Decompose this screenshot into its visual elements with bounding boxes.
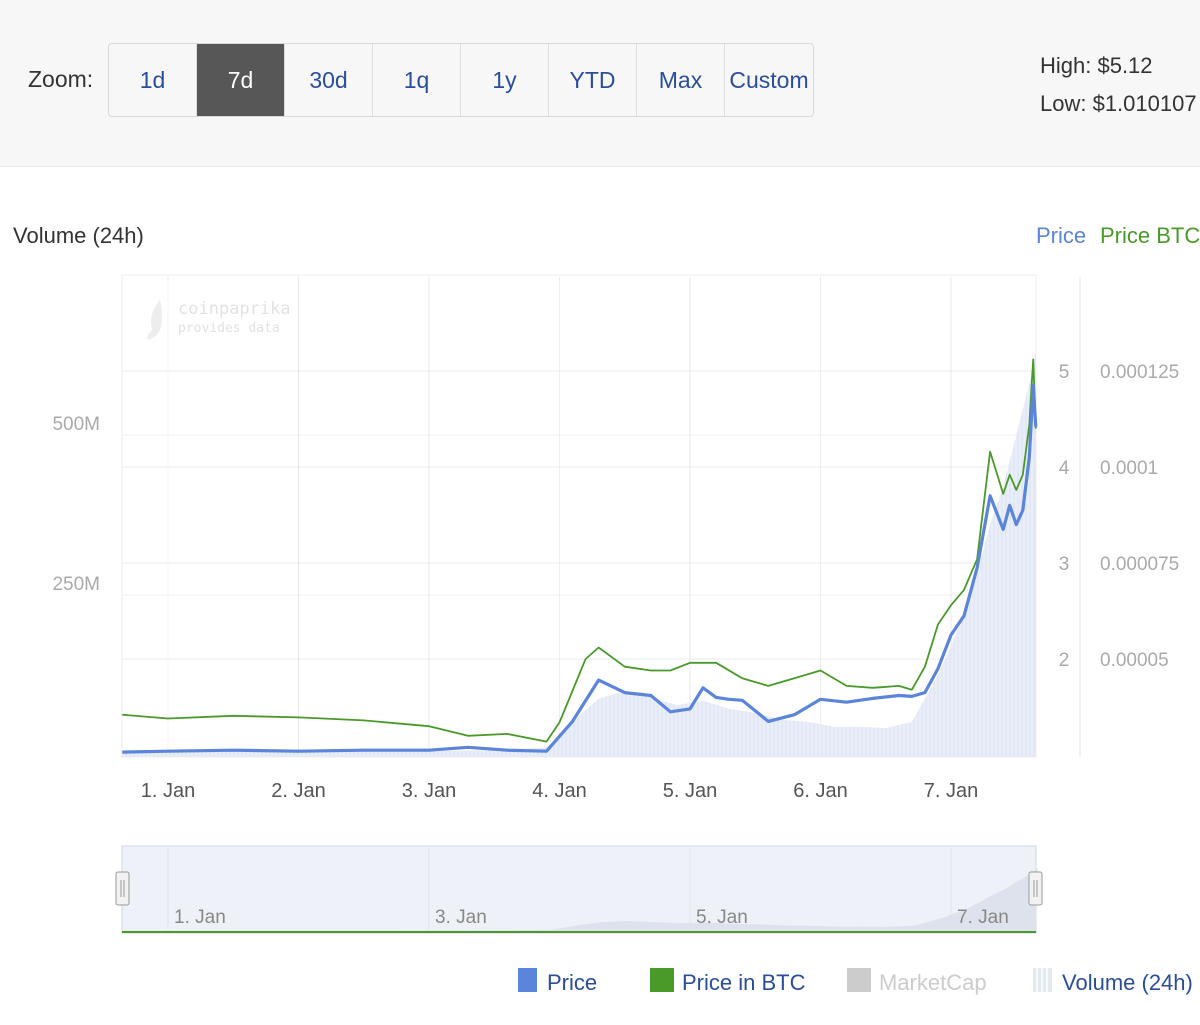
- legend-swatch-price: [518, 968, 537, 992]
- watermark-sub: provides data: [178, 321, 280, 336]
- navigator-left-handle[interactable]: [115, 871, 130, 906]
- x-tick-label: 1. Jan: [141, 780, 195, 802]
- price-tick-label: 4: [1059, 458, 1070, 479]
- range-toolbar: Zoom: 1d 7d 30d 1q 1y YTD Max Custom Hig…: [0, 0, 1200, 167]
- legend-label-volume: Volume (24h): [1062, 970, 1193, 995]
- price-tick-label: 5: [1059, 362, 1070, 383]
- navigator-tick-label: 3. Jan: [435, 907, 487, 928]
- volume-tick-label: 500M: [52, 414, 100, 435]
- legend: Price Price in BTC MarketCap Volume (24h…: [518, 968, 1193, 995]
- price-stats: High: $5.12 Low: $1.010107: [1040, 47, 1197, 123]
- legend-label-price-btc: Price in BTC: [682, 970, 806, 995]
- legend-label-marketcap: MarketCap: [879, 970, 987, 995]
- price-tick-label: 3: [1059, 554, 1070, 575]
- zoom-label: Zoom:: [28, 66, 94, 92]
- btc-tick-label: 0.0001: [1100, 458, 1158, 479]
- navigator-right-handle[interactable]: [1028, 871, 1043, 906]
- zoom-button-group: 1d 7d 30d 1q 1y YTD Max Custom: [108, 43, 814, 117]
- navigator-tick-label: 5. Jan: [696, 907, 748, 928]
- volume-axis-title: Volume (24h): [13, 223, 144, 248]
- price-axis-title: Price: [1036, 223, 1086, 248]
- legend-swatch-price-btc: [650, 968, 674, 992]
- legend-swatch-marketcap: [847, 968, 871, 992]
- x-tick-label: 7. Jan: [924, 780, 978, 802]
- navigator-window[interactable]: [121, 845, 1037, 934]
- legend-label-price: Price: [547, 970, 597, 995]
- chart-svg: coinpaprika provides data Volume (24h) P…: [13, 223, 1200, 995]
- btc-tick-label: 0.000125: [1100, 362, 1179, 383]
- x-tick-label: 3. Jan: [402, 780, 456, 802]
- x-tick-label: 6. Jan: [793, 780, 847, 802]
- navigator-tick-label: 1. Jan: [174, 907, 226, 928]
- price-tick-label: 2: [1059, 650, 1070, 671]
- navigator-tick-label: 7. Jan: [957, 907, 1009, 928]
- watermark-name: coinpaprika: [178, 299, 291, 319]
- btc-tick-label: 0.00005: [1100, 650, 1169, 671]
- legend-item-volume[interactable]: Volume (24h): [1033, 968, 1193, 995]
- x-tick-label: 5. Jan: [663, 780, 717, 802]
- zoom-custom-button[interactable]: Custom: [725, 44, 813, 116]
- zoom-1y-button[interactable]: 1y: [461, 44, 549, 116]
- zoom-1d-button[interactable]: 1d: [109, 44, 197, 116]
- legend-item-marketcap[interactable]: MarketCap: [847, 968, 987, 995]
- btc-tick-label: 0.000075: [1100, 554, 1179, 575]
- x-tick-label: 4. Jan: [532, 780, 586, 802]
- price-chart: coinpaprika provides data Volume (24h) P…: [0, 166, 1200, 1020]
- high-price: High: $5.12: [1040, 53, 1153, 78]
- zoom-max-button[interactable]: Max: [637, 44, 725, 116]
- zoom-ytd-button[interactable]: YTD: [549, 44, 637, 116]
- low-price: Low: $1.010107: [1040, 91, 1197, 116]
- legend-item-price-btc[interactable]: Price in BTC: [650, 968, 806, 995]
- price-btc-axis-title: Price BTC: [1100, 223, 1200, 248]
- zoom-7d-button[interactable]: 7d: [197, 44, 285, 116]
- plot-area: [121, 274, 1037, 758]
- navigator[interactable]: 1. Jan 3. Jan 5. Jan 7. Jan: [115, 845, 1043, 934]
- x-tick-label: 2. Jan: [271, 780, 325, 802]
- zoom-1q-button[interactable]: 1q: [373, 44, 461, 116]
- legend-item-price[interactable]: Price: [518, 968, 597, 995]
- zoom-30d-button[interactable]: 30d: [285, 44, 373, 116]
- volume-tick-label: 250M: [52, 574, 100, 595]
